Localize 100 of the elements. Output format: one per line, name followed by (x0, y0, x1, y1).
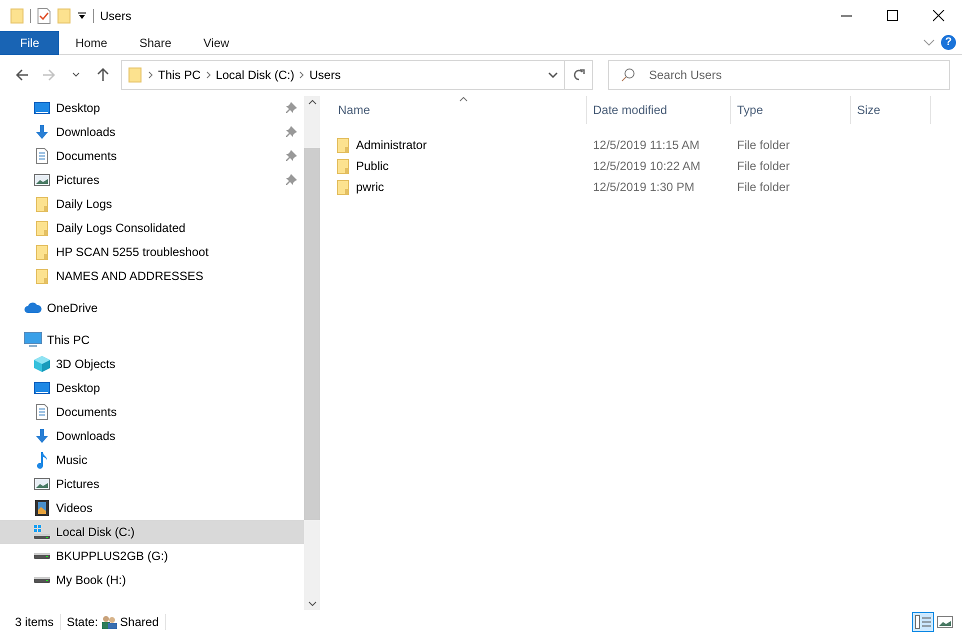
properties-icon (37, 8, 51, 24)
music-note-icon (36, 451, 48, 469)
chevron-down-icon (548, 72, 558, 78)
chevron-right-icon (206, 71, 211, 79)
file-name[interactable]: Public (354, 156, 389, 174)
breadcrumb[interactable]: Local Disk (C:) (214, 66, 296, 84)
new-folder-icon (57, 8, 71, 24)
ribbon-tab[interactable]: Share (123, 30, 188, 54)
view-button[interactable] (912, 612, 934, 632)
scroll-down-icon (308, 601, 316, 607)
computer-icon (24, 332, 42, 348)
sidebar-item[interactable]: HP SCAN 5255 troubleshoot (0, 240, 304, 264)
drive-icon (33, 524, 51, 540)
sidebar-item[interactable]: BKUPPLUS2GB (G:) (0, 544, 304, 568)
sidebar-item[interactable]: This PC (0, 328, 304, 352)
date-modified-cell-text: 12/5/2019 11:15 AM (592, 138, 700, 152)
drive-icon (34, 577, 50, 583)
desktop-icon (34, 100, 50, 116)
download-icon (34, 428, 50, 444)
sidebar-item[interactable]: Pictures (0, 472, 304, 496)
sidebar-label: BKUPPLUS2GB (G:) (56, 548, 170, 565)
breadcrumb[interactable]: Users (307, 66, 343, 84)
desktop-icon (34, 380, 50, 396)
help-button[interactable]: ? (941, 35, 956, 50)
column-header[interactable]: Type (731, 96, 851, 124)
ribbon-tab[interactable]: File (0, 30, 60, 54)
type-cell-text: File folder (736, 158, 790, 172)
sidebar-label: Pictures (56, 476, 100, 493)
state-value: Shared (120, 614, 159, 631)
sidebar-label: Music (56, 452, 88, 469)
folder-icon (335, 136, 351, 152)
sidebar-item[interactable]: NAMES AND ADDRESSES (0, 264, 304, 288)
sidebar-label: 3D Objects (56, 356, 116, 373)
folder-icon (335, 158, 351, 174)
chevron-right-icon (148, 71, 153, 79)
state-label: State: (66, 614, 98, 631)
sidebar-label: HP SCAN 5255 troubleshoot (56, 244, 210, 261)
sidebar-item[interactable]: Desktop (0, 376, 304, 400)
folder-icon (10, 8, 24, 24)
pin-icon (286, 150, 298, 162)
column-header[interactable]: Date modified (587, 96, 731, 124)
sidebar-item[interactable]: OneDrive (0, 296, 304, 320)
item-count: 3 items (15, 614, 54, 631)
folder-icon (34, 268, 50, 284)
sidebar-label: Videos (56, 500, 94, 517)
column-header[interactable]: Size (851, 96, 931, 124)
sidebar-item[interactable]: Daily Logs (0, 192, 304, 216)
sidebar-label: NAMES AND ADDRESSES (56, 268, 204, 285)
sidebar-item[interactable]: Desktop (0, 96, 304, 120)
cube-icon (33, 355, 51, 373)
sidebar-item[interactable]: Pictures (0, 168, 304, 192)
sidebar-label: Downloads (56, 428, 116, 445)
document-icon (34, 404, 50, 420)
sidebar-label: Desktop (56, 380, 102, 397)
cloud-icon (24, 302, 42, 314)
sidebar-item[interactable]: Documents (0, 400, 304, 424)
sidebar-item[interactable]: My Book (H:) (0, 568, 304, 592)
type-cell-text: File folder (736, 180, 790, 194)
file-name[interactable]: pwric (354, 178, 384, 196)
ribbon-tab[interactable]: Home (59, 30, 124, 54)
pin-icon (286, 102, 298, 114)
sidebar-label: Downloads (56, 124, 116, 141)
ribbon-tab[interactable]: View (187, 30, 246, 54)
sidebar-item[interactable]: 3D Objects (0, 352, 304, 376)
scrollbar-thumb[interactable] (304, 148, 320, 520)
breadcrumb[interactable]: This PC (156, 66, 203, 84)
sidebar-label: Documents (56, 404, 118, 421)
sidebar-item[interactable]: Documents (0, 144, 304, 168)
sidebar-label: Daily Logs Consolidated (56, 220, 186, 237)
column-header[interactable]: Name (332, 96, 587, 124)
chevron-down-icon (72, 72, 80, 78)
folder-icon (34, 244, 50, 260)
film-icon (35, 500, 49, 516)
sidebar-item[interactable]: Videos (0, 496, 304, 520)
scroll-up-icon (308, 99, 316, 105)
large-icons-view-icon (937, 615, 953, 629)
sidebar-label: This PC (47, 332, 91, 349)
sidebar-item[interactable]: Daily Logs Consolidated (0, 216, 304, 240)
sidebar-item[interactable]: Downloads (0, 424, 304, 448)
address-bar[interactable]: This PC Local Disk (C:) Users (121, 60, 593, 90)
caret-icon (77, 10, 87, 20)
picture-icon (34, 476, 50, 492)
file-name[interactable]: Administrator (354, 136, 427, 154)
folder-icon (34, 196, 50, 212)
maximize-icon (887, 10, 899, 22)
sidebar-label: Pictures (56, 172, 100, 189)
sidebar-label: My Book (H:) (56, 572, 128, 589)
close-icon (933, 10, 945, 22)
search-icon (621, 68, 635, 82)
pin-icon (286, 174, 298, 186)
date-modified-cell-text: 12/5/2019 1:30 PM (592, 180, 694, 194)
search-field[interactable]: Search Users (608, 60, 950, 90)
folder-icon (34, 220, 50, 236)
sidebar-item[interactable]: Music (0, 448, 304, 472)
window-title: Users (100, 8, 132, 24)
sidebar-item[interactable]: Local Disk (C:) (0, 520, 304, 544)
sidebar-label: Desktop (56, 100, 102, 117)
sidebar-label: Local Disk (C:) (56, 524, 136, 541)
sidebar-item[interactable]: Downloads (0, 120, 304, 144)
date-modified-cell-text: 12/5/2019 10:22 AM (592, 158, 700, 172)
